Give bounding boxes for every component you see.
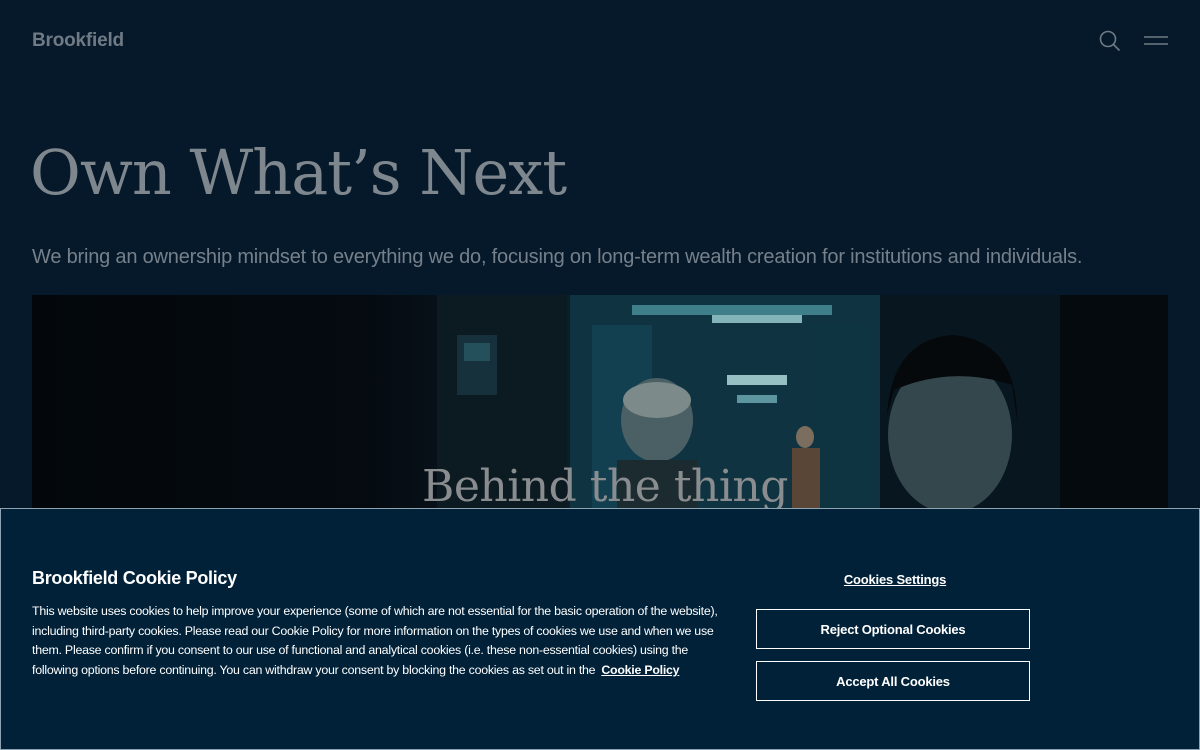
hero-title: Own What’s Next — [30, 136, 567, 209]
video-caption: Behind the thing — [422, 461, 788, 510]
search-icon[interactable] — [1099, 30, 1121, 52]
cookie-banner-body: This website uses cookies to help improv… — [32, 602, 722, 680]
cookie-banner: Brookfield Cookie Policy This website us… — [0, 508, 1200, 750]
accept-all-cookies-button[interactable]: Accept All Cookies — [756, 661, 1030, 701]
site-header: Brookfield — [0, 0, 1200, 82]
cookie-banner-title: Brookfield Cookie Policy — [32, 568, 237, 588]
brookfield-logo[interactable]: Brookfield — [32, 30, 124, 52]
hero-video[interactable]: Behind the thing — [32, 295, 1168, 510]
cookie-policy-link[interactable]: Cookie Policy — [601, 663, 679, 677]
hero-subtitle: We bring an ownership mindset to everyth… — [32, 246, 1083, 268]
hamburger-menu-icon[interactable] — [1143, 34, 1169, 48]
reject-optional-cookies-button[interactable]: Reject Optional Cookies — [756, 609, 1030, 649]
cookies-settings-link[interactable]: Cookies Settings — [757, 572, 1033, 587]
